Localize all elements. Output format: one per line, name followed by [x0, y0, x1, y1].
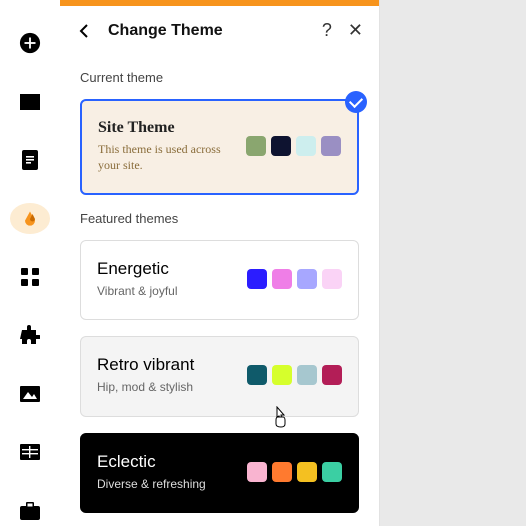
theme-card-retro[interactable]: Retro vibrant Hip, mod & stylish — [80, 336, 359, 416]
color-swatch — [272, 269, 292, 289]
panel-header: Change Theme ? ✕ — [60, 6, 379, 56]
theme-subtitle: Diverse & refreshing — [97, 476, 235, 492]
color-swatch — [271, 136, 291, 156]
grid-icon[interactable] — [10, 262, 50, 292]
close-button[interactable]: ✕ — [348, 20, 363, 41]
theme-subtitle: Vibrant & joyful — [97, 283, 235, 299]
color-swatch — [246, 136, 266, 156]
theme-title: Eclectic — [97, 452, 235, 472]
color-swatch — [247, 365, 267, 385]
table-icon[interactable] — [10, 437, 50, 467]
color-swatch — [322, 365, 342, 385]
briefcase-icon[interactable] — [10, 496, 50, 526]
color-swatch — [272, 462, 292, 482]
color-swatch — [296, 136, 316, 156]
add-icon[interactable] — [10, 28, 50, 58]
color-swatch — [247, 462, 267, 482]
color-swatch — [321, 136, 341, 156]
theme-icon[interactable] — [10, 203, 50, 233]
back-button[interactable] — [74, 20, 96, 42]
color-swatch — [297, 269, 317, 289]
color-swatch — [322, 269, 342, 289]
help-button[interactable]: ? — [322, 20, 332, 41]
left-rail — [0, 0, 60, 526]
selected-check-icon — [345, 91, 367, 113]
theme-title: Retro vibrant — [97, 355, 235, 375]
swatch-row — [247, 365, 342, 385]
theme-title: Energetic — [97, 259, 235, 279]
theme-card-eclectic[interactable]: Eclectic Diverse & refreshing — [80, 433, 359, 513]
featured-themes-label: Featured themes — [80, 211, 359, 226]
color-swatch — [272, 365, 292, 385]
theme-panel: Change Theme ? ✕ Current theme Site Them… — [60, 0, 380, 526]
color-swatch — [297, 462, 317, 482]
current-theme-card[interactable]: Site Theme This theme is used across you… — [80, 99, 359, 195]
page-icon[interactable] — [10, 145, 50, 175]
theme-card-energetic[interactable]: Energetic Vibrant & joyful — [80, 240, 359, 320]
theme-subtitle: Hip, mod & stylish — [97, 379, 235, 395]
color-swatch — [322, 462, 342, 482]
canvas-area — [380, 0, 526, 526]
card-icon[interactable] — [10, 86, 50, 116]
image-icon[interactable] — [10, 379, 50, 409]
panel-title: Change Theme — [108, 22, 310, 40]
swatch-row — [246, 136, 341, 156]
swatch-row — [247, 462, 342, 482]
current-theme-label: Current theme — [80, 70, 359, 85]
plugin-icon[interactable] — [10, 320, 50, 350]
color-swatch — [247, 269, 267, 289]
color-swatch — [297, 365, 317, 385]
swatch-row — [247, 269, 342, 289]
theme-title: Site Theme — [98, 119, 234, 137]
theme-subtitle: This theme is used across your site. — [98, 141, 234, 173]
